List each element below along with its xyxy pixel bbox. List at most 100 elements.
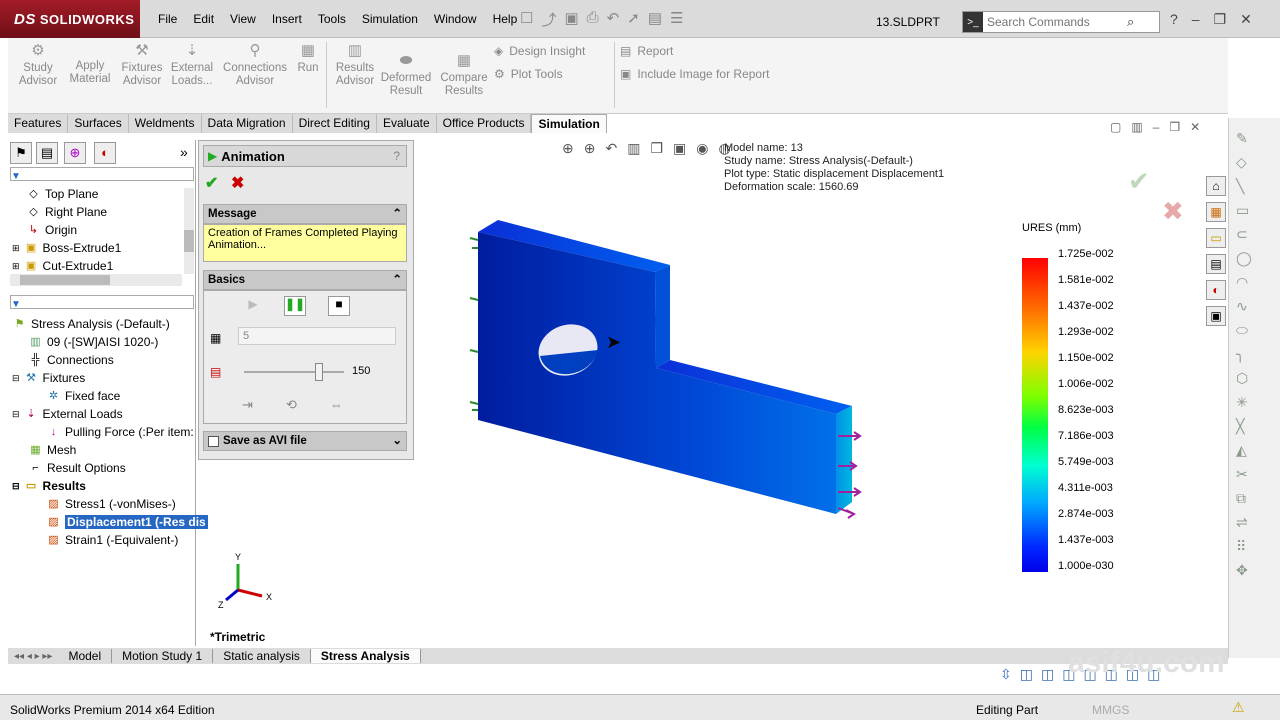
arc-icon[interactable]: ◠: [1236, 274, 1252, 291]
expand-panel-icon[interactable]: »: [180, 144, 188, 160]
confirm-corner-cancel-icon[interactable]: ✖: [1162, 196, 1184, 227]
spline-icon[interactable]: ∿: [1236, 298, 1252, 315]
tab-office-products[interactable]: Office Products: [436, 114, 532, 133]
fillet-icon[interactable]: ╮: [1236, 346, 1252, 363]
ellipse-icon[interactable]: ⬭: [1236, 322, 1252, 339]
feature-manager-tab-icon[interactable]: ⚑: [10, 142, 32, 164]
zoom-area-icon[interactable]: ⊕: [584, 140, 596, 157]
tree-scrollbar[interactable]: [184, 188, 194, 274]
zoom-to-fit-icon[interactable]: ⊕: [562, 140, 574, 157]
rebuild-status-icon[interactable]: ⚠: [1232, 699, 1245, 716]
viewport-tile-icon[interactable]: ▢: [1110, 120, 1121, 134]
expand-icon[interactable]: ⊞: [12, 261, 20, 272]
results-advisor-button[interactable]: ▥ Results Advisor: [332, 42, 378, 88]
tab-simulation[interactable]: Simulation: [531, 114, 607, 133]
polygon-icon[interactable]: ⬡: [1236, 370, 1252, 387]
reciprocate-icon[interactable]: ⇔: [330, 397, 343, 412]
mirror-icon[interactable]: ⇌: [1236, 514, 1252, 531]
tree-item-strain[interactable]: ▨ Strain1 (-Equivalent-): [46, 533, 178, 547]
view-orientation-icon[interactable]: ❒: [650, 140, 663, 157]
tree-item-displacement[interactable]: ▨ Displacement1 (-Res dis: [46, 515, 208, 529]
play-button[interactable]: ▶: [242, 297, 264, 317]
tree-filter-study[interactable]: ▼: [10, 295, 194, 310]
search-icon[interactable]: ⌕: [1127, 14, 1134, 30]
slot-icon[interactable]: ⊂: [1236, 226, 1252, 243]
report-button[interactable]: ▤ Report: [620, 44, 673, 58]
menu-edit[interactable]: Edit: [185, 0, 222, 38]
menu-window[interactable]: Window: [426, 0, 485, 38]
help-icon[interactable]: ?: [1170, 11, 1178, 28]
previous-view-icon[interactable]: ↶: [605, 140, 617, 157]
plot-tools-button[interactable]: ⚙ Plot Tools: [494, 67, 563, 81]
display-manager-tab-icon[interactable]: ◐: [94, 142, 116, 164]
minimize-icon[interactable]: –: [1192, 11, 1200, 28]
property-manager-tab-icon[interactable]: ▤: [36, 142, 58, 164]
section-view-icon[interactable]: ▥: [627, 140, 640, 157]
menu-insert[interactable]: Insert: [264, 0, 310, 38]
viewport-restore-icon[interactable]: ❐: [1169, 120, 1180, 134]
search-input[interactable]: [983, 15, 1127, 29]
hide-show-icon[interactable]: ◉: [696, 140, 708, 157]
tree-hscrollbar[interactable]: [10, 274, 182, 286]
file-explorer-icon[interactable]: ▭: [1206, 228, 1226, 248]
print-icon[interactable]: ⎙: [587, 9, 599, 30]
part-model[interactable]: [460, 210, 880, 530]
tree-item-right-plane[interactable]: ◇ Right Plane: [26, 205, 107, 219]
viewport-minimize-icon[interactable]: –: [1153, 120, 1160, 134]
pm-help-icon[interactable]: ?: [393, 149, 400, 163]
view-palette-icon[interactable]: ▤: [1206, 254, 1226, 274]
tree-item-top-plane[interactable]: ◇ Top Plane: [26, 187, 98, 201]
tab-model[interactable]: Model: [58, 649, 113, 663]
slider-thumb[interactable]: [315, 363, 323, 381]
tab-surfaces[interactable]: Surfaces: [68, 114, 129, 133]
sketch-icon[interactable]: ✎: [1236, 130, 1252, 147]
viewport-split-icon[interactable]: ▥: [1131, 120, 1142, 134]
options-icon[interactable]: ☰: [670, 9, 683, 30]
centerline-icon[interactable]: ╳: [1236, 418, 1252, 435]
tab-data-migration[interactable]: Data Migration: [201, 114, 293, 133]
tree-item-mesh[interactable]: ▦ Mesh: [28, 443, 76, 457]
tree-item-fixtures[interactable]: ⊟ ⚒ Fixtures: [12, 371, 85, 385]
open-icon[interactable]: ⤴: [541, 9, 556, 30]
cube-view-icon[interactable]: ◫: [1020, 666, 1033, 683]
collapse-icon[interactable]: ⊟: [12, 409, 20, 420]
tab-weldments[interactable]: Weldments: [128, 114, 202, 133]
speed-slider[interactable]: [244, 363, 344, 381]
tab-stress-analysis[interactable]: Stress Analysis: [310, 649, 421, 663]
save-icon[interactable]: ▣: [564, 9, 578, 30]
basics-header[interactable]: Basics ⌃: [203, 270, 407, 290]
rotate-view-icon[interactable]: ⇳: [1000, 666, 1012, 683]
rectangle-icon[interactable]: ▭: [1236, 202, 1252, 219]
menu-simulation[interactable]: Simulation: [354, 0, 426, 38]
appearances-icon[interactable]: ◐: [1206, 280, 1226, 300]
tab-static-analysis[interactable]: Static analysis: [213, 649, 311, 663]
move-icon[interactable]: ✥: [1236, 562, 1252, 579]
new-document-icon[interactable]: ☐: [520, 9, 533, 30]
tab-direct-editing[interactable]: Direct Editing: [292, 114, 377, 133]
hscrollbar-thumb[interactable]: [20, 275, 110, 285]
avi-checkbox[interactable]: [208, 435, 219, 447]
viewport-close-icon[interactable]: ✕: [1190, 120, 1200, 134]
deformed-result-button[interactable]: ⬬ Deformed Result: [378, 52, 434, 98]
run-button[interactable]: ▦ Run: [294, 42, 322, 75]
undo-icon[interactable]: ↶: [607, 9, 620, 30]
offset-icon[interactable]: ⧉: [1236, 490, 1252, 507]
include-image-button[interactable]: ▣ Include Image for Report: [620, 67, 769, 81]
tree-item-result-options[interactable]: ⌐ Result Options: [28, 461, 125, 475]
design-insight-button[interactable]: ◈ Design Insight: [494, 44, 585, 58]
circle-icon[interactable]: ◯: [1236, 250, 1252, 267]
frames-input[interactable]: 5: [238, 327, 396, 345]
collapse-icon[interactable]: ⊟: [12, 373, 20, 384]
plane-icon[interactable]: ◭: [1236, 442, 1252, 459]
message-header[interactable]: Message ⌃: [203, 204, 407, 224]
collapse-icon[interactable]: ⊟: [12, 481, 20, 492]
tree-item-pulling-force[interactable]: ↓ Pulling Force (:Per item:: [46, 425, 194, 439]
tree-item-external-loads[interactable]: ⊟ ⇣ External Loads: [12, 407, 123, 421]
expand-section-icon[interactable]: ⌄: [392, 432, 402, 450]
search-commands[interactable]: >_ ⌕: [962, 11, 1160, 33]
tree-item-material[interactable]: ▥ 09 (-[SW]AISI 1020-): [28, 335, 158, 349]
home-icon[interactable]: ⌂: [1206, 176, 1226, 196]
units-text[interactable]: MMGS: [1092, 703, 1129, 717]
tree-item-fixed-face[interactable]: ✲ Fixed face: [46, 389, 120, 403]
tree-item-origin[interactable]: ↳ Origin: [26, 223, 77, 237]
